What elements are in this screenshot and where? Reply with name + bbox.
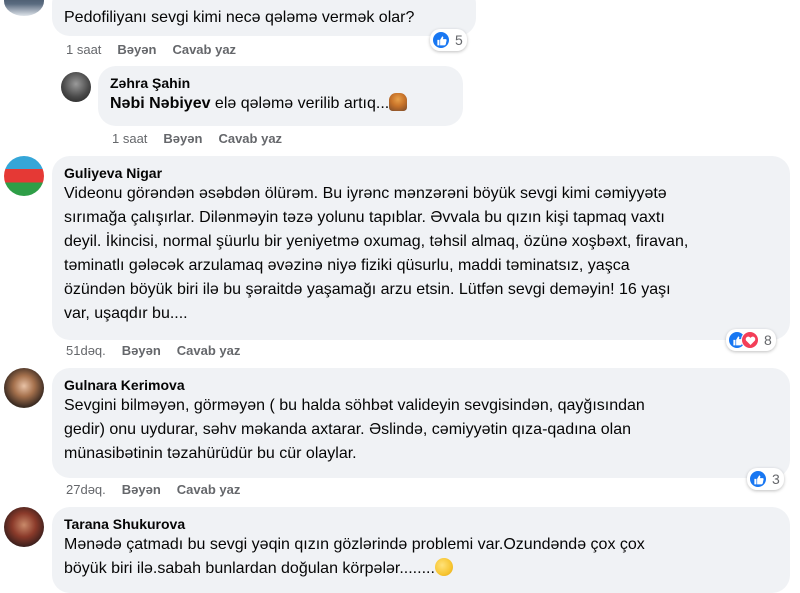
reply-button[interactable]: Cavab yaz <box>177 482 241 497</box>
reaction-count: 3 <box>772 471 780 487</box>
thinking-face-icon <box>434 558 453 576</box>
comment-actions: 27dəq. Bəyən Cavab yaz <box>66 482 256 497</box>
comment-text: Nəbi Nəbiyev elə qələmə verilib artıq... <box>110 92 451 116</box>
thumbs-up-icon <box>749 470 767 488</box>
comment-author[interactable]: Tarana Shukurova <box>64 515 778 533</box>
comment-text-body: elə qələmə verilib artıq... <box>210 95 390 112</box>
comment-line: Sevgini bilməyən, görməyən ( bu halda sö… <box>64 397 645 414</box>
comment-line: münasibətinin təzahürüdür bu cür olaylar… <box>64 445 357 462</box>
like-button[interactable]: Bəyən <box>122 482 161 497</box>
reaction-count: 5 <box>455 32 463 48</box>
comment-bubble: Gulnara Kerimova Sevgini bilməyən, görmə… <box>52 368 790 478</box>
avatar[interactable] <box>4 368 44 408</box>
heart-icon <box>741 331 759 349</box>
comment-text: Pedofiliyanı sevgi kimi necə qələmə verm… <box>64 9 415 26</box>
comment-time[interactable]: 27dəq. <box>66 482 106 497</box>
comment-line: gedir) onu uydurar, səhv məkanda axtarar… <box>64 421 632 438</box>
comment-author[interactable]: Gulnara Kerimova <box>64 376 778 394</box>
mention-link[interactable]: Nəbi Nəbiyev <box>110 95 210 112</box>
thumbs-up-icon <box>432 31 450 49</box>
comment-time[interactable]: 51dəq. <box>66 343 106 358</box>
like-button[interactable]: Bəyən <box>117 42 156 57</box>
reaction-summary[interactable]: 5 <box>430 29 467 51</box>
comment-actions: 1 saat Bəyən Cavab yaz <box>66 42 252 57</box>
avatar[interactable] <box>61 72 91 102</box>
reaction-count: 8 <box>764 332 772 348</box>
avatar[interactable] <box>4 507 44 547</box>
comment-bubble: Tarana Shukurova Mənədə çatmadı bu sevgi… <box>52 507 790 593</box>
comment-bubble: Guliyeva Nigar Videonu görəndən əsəbdən … <box>52 156 790 340</box>
like-button[interactable]: Bəyən <box>122 343 161 358</box>
comment-line: sırımağa çalışırlar. Dilənməyin təzə yol… <box>64 209 665 226</box>
reaction-summary[interactable]: 8 <box>726 329 776 351</box>
comment-line: təminatlı gələcək arzulamaq əvəzinə niyə… <box>64 257 630 274</box>
reply-button[interactable]: Cavab yaz <box>172 42 236 57</box>
comment-author[interactable]: Zəhra Şahin <box>110 74 451 92</box>
person-emoji-icon <box>389 93 408 111</box>
comment-text: böyük biri ilə.sabah bunlardan doğulan k… <box>64 557 778 581</box>
comment-actions: 1 saat Bəyən Cavab yaz <box>112 131 298 146</box>
comment-line: özündən böyük biri ilə bu şəraitdə yaşam… <box>64 281 671 298</box>
comment-time[interactable]: 1 saat <box>66 42 101 57</box>
reply-button[interactable]: Cavab yaz <box>177 343 241 358</box>
comment-line: deyil. İkincisi, normal şüurlu bir yeniy… <box>64 233 689 250</box>
comment-line: böyük biri ilə.sabah bunlardan doğulan k… <box>64 560 435 577</box>
comment-line: var, uşaqdır bu.... <box>64 305 188 322</box>
comment-author[interactable]: Guliyeva Nigar <box>64 164 778 182</box>
reaction-summary[interactable]: 3 <box>747 468 784 490</box>
comment-actions: 51dəq. Bəyən Cavab yaz <box>66 343 256 358</box>
like-button[interactable]: Bəyən <box>163 131 202 146</box>
avatar[interactable] <box>4 0 44 16</box>
comment-line: Videonu görəndən əsəbdən ölürəm. Bu iyrə… <box>64 185 667 202</box>
avatar[interactable] <box>4 156 44 196</box>
reply-button[interactable]: Cavab yaz <box>218 131 282 146</box>
comment-bubble: Pedofiliyanı sevgi kimi necə qələmə verm… <box>52 0 476 36</box>
comment-time[interactable]: 1 saat <box>112 131 147 146</box>
comment-bubble: Zəhra Şahin Nəbi Nəbiyev elə qələmə veri… <box>98 66 463 126</box>
comment-line: Mənədə çatmadı bu sevgi yəqin qızın gözl… <box>64 536 645 553</box>
